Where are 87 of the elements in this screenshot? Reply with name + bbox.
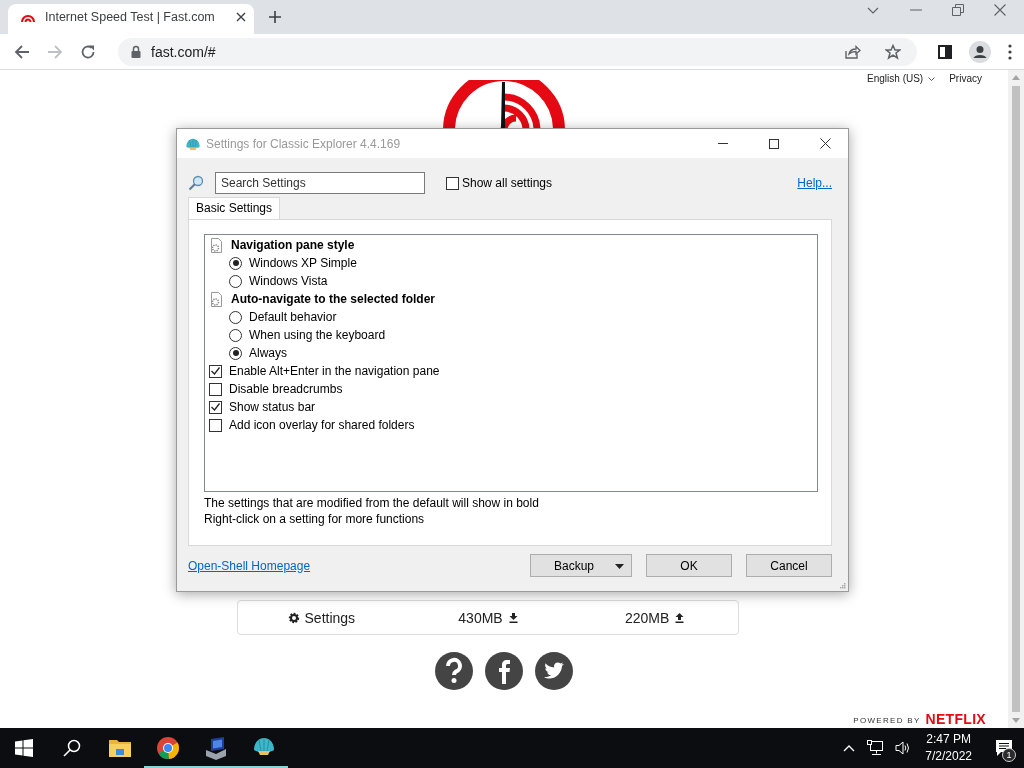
help-link[interactable]: Help... — [797, 176, 832, 190]
profile-icon[interactable] — [969, 40, 991, 63]
search-field[interactable]: Search Settings — [215, 172, 425, 194]
group-label: Navigation pane style — [231, 238, 355, 252]
settings-page-icon — [209, 237, 224, 253]
option-label: Windows Vista — [249, 274, 328, 288]
option-label: Always — [249, 346, 287, 360]
forward-icon — [47, 43, 63, 60]
tab[interactable]: Basic Settings — [188, 197, 281, 219]
network-icon[interactable] — [867, 740, 884, 756]
computer-icon — [204, 736, 228, 760]
address-field[interactable]: fast.com/# — [118, 37, 917, 66]
settings-link[interactable]: Settings — [287, 609, 356, 626]
option-label: Show status bar — [229, 400, 316, 414]
scrollbar[interactable] — [1008, 70, 1024, 728]
radio-button[interactable] — [229, 328, 242, 342]
dialog-button[interactable]: OK — [646, 554, 732, 577]
radio-button[interactable] — [229, 256, 242, 270]
homepage-link[interactable]: Open-Shell Homepage — [188, 558, 311, 573]
data-amount: 220MB — [625, 609, 670, 626]
windows-logo-icon[interactable] — [15, 739, 33, 757]
window-title: Settings for Classic Explorer 4.4.169 — [206, 136, 401, 151]
radio-button[interactable] — [229, 310, 242, 324]
privacy-link[interactable]: Privacy — [949, 72, 982, 86]
resize-grip-icon[interactable] — [839, 582, 846, 589]
settings-page-icon — [209, 291, 224, 307]
twitter-icon[interactable] — [534, 651, 574, 691]
seashell-icon — [185, 136, 201, 151]
magnifier-icon — [188, 175, 204, 191]
notification-count: 1 — [1002, 748, 1016, 762]
close-icon — [819, 138, 831, 149]
notifications-button[interactable]: 1 — [984, 728, 1024, 768]
option-label: Windows XP Simple — [249, 256, 357, 270]
dialog-button[interactable]: Cancel — [746, 554, 832, 577]
volume-icon[interactable] — [895, 740, 912, 756]
option-label: Add icon overlay for shared folders — [229, 418, 415, 432]
caret-icon — [615, 564, 624, 569]
powered-by-label: POWERED BY — [853, 716, 921, 725]
tab-title: Internet Speed Test | Fast.com — [45, 10, 216, 24]
browser-tab[interactable]: Internet Speed Test | Fast.com — [8, 4, 254, 34]
checkbox-label: Show all settings — [462, 176, 553, 190]
back-icon[interactable] — [14, 43, 30, 60]
check-icon — [211, 403, 220, 411]
hint-text: The settings that are modified from the default will show in bold — [204, 496, 540, 512]
data-amount: 430MB — [458, 609, 503, 626]
lock-icon — [131, 45, 141, 58]
restore-icon[interactable] — [952, 4, 964, 16]
radio-button[interactable] — [229, 274, 242, 288]
search-icon[interactable] — [63, 739, 81, 757]
caret-icon — [928, 76, 936, 82]
maximize-icon — [769, 138, 779, 149]
option-label: Default behavior — [249, 310, 337, 324]
close-icon[interactable] — [236, 12, 246, 22]
group-label: Auto-navigate to the selected folder — [231, 292, 436, 306]
gear-icon — [287, 611, 300, 624]
option-label: When using the keyboard — [249, 328, 386, 342]
chevron-down-icon[interactable] — [866, 5, 880, 15]
upload-icon — [675, 612, 685, 623]
close-icon[interactable] — [994, 4, 1006, 16]
backup-button[interactable]: Backup — [530, 554, 632, 577]
share-icon[interactable] — [845, 44, 861, 59]
reload-icon[interactable] — [80, 43, 96, 60]
more-icon[interactable] — [1008, 43, 1012, 60]
checkbox[interactable] — [209, 400, 222, 414]
side-panel-icon[interactable] — [938, 44, 952, 59]
minimize-icon — [718, 143, 728, 144]
help-icon[interactable] — [434, 651, 474, 691]
checkbox[interactable] — [209, 382, 222, 396]
url-text: fast.com/# — [151, 43, 216, 60]
option-label: Enable Alt+Enter in the navigation pane — [229, 364, 440, 378]
new-tab-icon[interactable] — [268, 10, 282, 24]
star-icon[interactable] — [885, 43, 901, 60]
scrollbar-thumb[interactable] — [1012, 86, 1020, 712]
brand-wordmark: NETFLIX — [925, 709, 986, 727]
checkbox[interactable] — [446, 176, 459, 190]
download-icon — [508, 612, 518, 623]
option-label: Disable breadcrumbs — [229, 382, 343, 396]
radio-button[interactable] — [229, 346, 242, 360]
hint-text: Right-click on a setting for more functions — [204, 511, 426, 527]
clock[interactable]: 2:47 PM 7/2/2022 — [925, 731, 972, 765]
facebook-icon[interactable] — [484, 651, 524, 691]
language-selector[interactable]: English (US) — [867, 72, 936, 86]
browser-icon — [156, 736, 180, 760]
check-icon — [211, 367, 220, 375]
chevron-up-icon[interactable] — [843, 744, 856, 752]
checkbox[interactable] — [209, 418, 222, 432]
checkbox[interactable] — [209, 364, 222, 378]
